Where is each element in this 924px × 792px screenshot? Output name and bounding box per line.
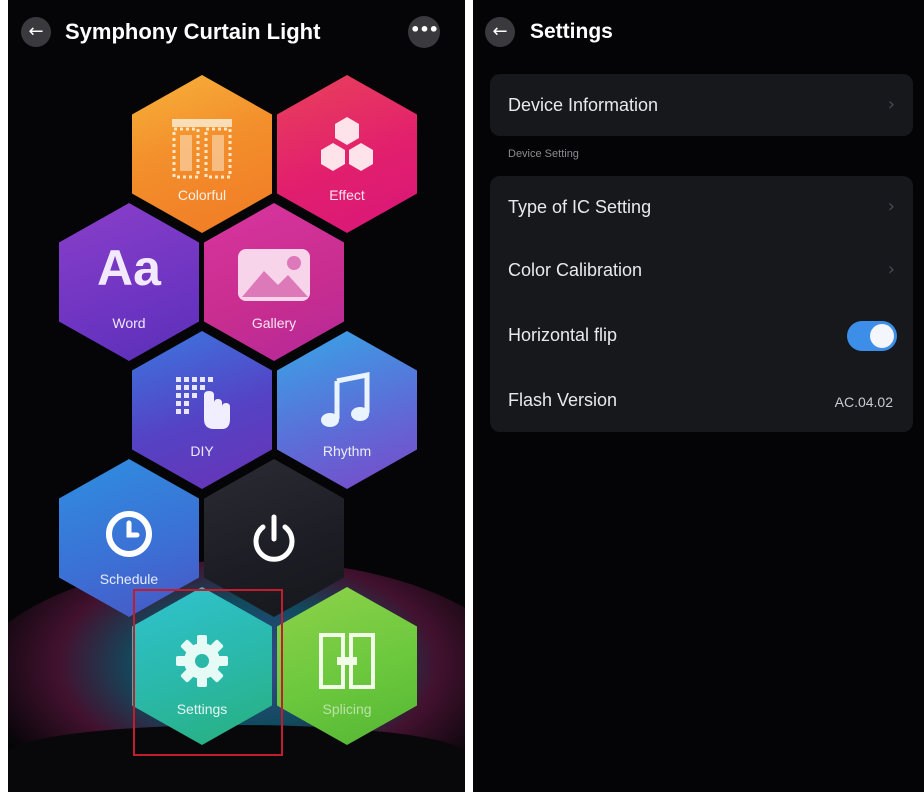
tile-label: Effect [329,187,365,203]
section-header: Device Setting [508,148,579,160]
tile-colorful[interactable]: Colorful [132,75,272,233]
settings-highlight-box [133,589,283,756]
ic-setting-row[interactable]: Type of IC Setting › [490,176,913,240]
tile-label: Word [112,315,146,331]
tile-label: Colorful [177,187,227,203]
tile-label: DIY [190,443,214,459]
tile-effect[interactable]: Effect [277,75,417,233]
more-options-button[interactable]: ••• [408,16,440,48]
image-icon [204,245,344,310]
row-label: Device Information [508,95,659,115]
splice-icon [277,631,417,696]
back-arrow-icon: ← [28,21,44,42]
back-button[interactable]: ← [485,17,515,47]
back-arrow-icon: ← [492,21,508,42]
tile-label: Rhythm [322,443,372,459]
toggle-knob [870,324,894,348]
device-information-row[interactable]: Device Information › [490,74,913,136]
row-label: Flash Version [508,390,618,410]
chevron-right-icon: › [887,196,895,217]
tile-word[interactable]: Aa Word [59,203,199,361]
more-icon: ••• [410,20,439,39]
color-calibration-row[interactable]: Color Calibration › [490,240,913,304]
device-setting-card: Type of IC Setting › Color Calibration ›… [490,176,913,432]
tile-label: Schedule [99,571,159,587]
tile-label: Splicing [322,701,372,717]
clock-icon [59,509,199,564]
hexagon-cluster-icon [277,115,417,182]
tile-rhythm[interactable]: Rhythm [277,331,417,489]
back-button[interactable]: ← [21,17,51,47]
music-note-icon [277,371,417,438]
text-aa-icon: Aa [97,240,161,296]
page-title: Settings [530,20,613,43]
flash-version-row: Flash Version AC.04.02 [490,368,913,432]
horizontal-flip-toggle[interactable] [847,321,897,351]
row-label: Type of IC Setting [508,197,652,217]
chevron-right-icon: › [887,94,895,115]
tile-label: Gallery [251,315,297,331]
tile-diy[interactable]: DIY [132,331,272,489]
power-icon [204,513,344,570]
flash-version-value: AC.04.02 [834,394,893,410]
settings-screen: ← Settings Device Information › Device S… [473,0,924,792]
pixel-hand-icon [132,373,272,438]
row-label: Horizontal flip [508,325,618,345]
divider [465,0,473,792]
page-title: Symphony Curtain Light [65,19,321,44]
row-label: Color Calibration [508,260,643,280]
tile-gallery[interactable]: Gallery [204,203,344,361]
curtain-icon [132,117,272,184]
home-screen: ← Symphony Curtain Light ••• Colorful Ef [8,0,465,792]
chevron-right-icon: › [887,259,895,280]
horizontal-flip-row: Horizontal flip [490,304,913,368]
